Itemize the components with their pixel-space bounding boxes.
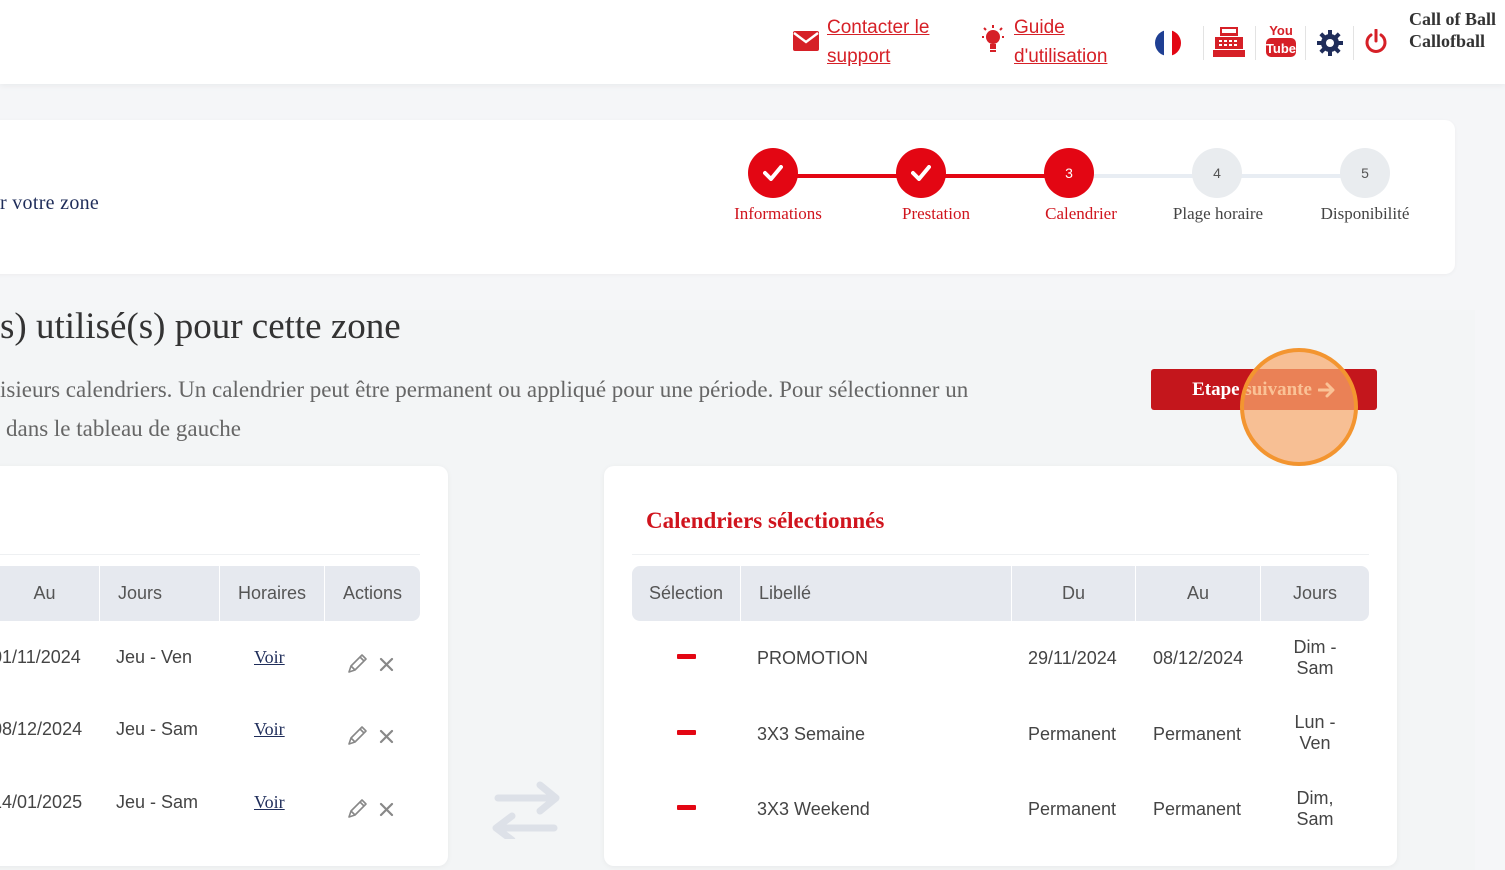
click-highlight: [1240, 348, 1358, 466]
deselect-button[interactable]: [677, 730, 696, 735]
guide-link[interactable]: Guide d'utilisation: [1014, 13, 1126, 71]
steps-card: [0, 120, 1455, 274]
left-row-2-au: 08/12/2024: [0, 719, 83, 739]
step-1-circle[interactable]: [748, 148, 798, 198]
divider: [632, 554, 1369, 555]
step-number: 5: [1361, 165, 1369, 181]
selected-calendars-title: Calendriers sélectionnés: [646, 508, 885, 533]
gear-icon[interactable]: [1317, 30, 1343, 56]
left-row-1-au: 01/11/2024: [0, 647, 81, 667]
close-icon[interactable]: [379, 729, 394, 744]
svg-text:You: You: [1269, 23, 1293, 38]
pencil-icon[interactable]: [346, 798, 368, 820]
check-icon: [763, 165, 783, 181]
right-row-3-jours: Dim, Sam: [1296, 788, 1334, 829]
step-3-circle[interactable]: 3: [1044, 148, 1094, 198]
right-row-2-libelle: 3X3 Semaine: [757, 724, 866, 744]
step-label-plage-horaire: Plage horaire: [1172, 204, 1264, 223]
left-row-2-voir-link[interactable]: Voir: [254, 719, 285, 740]
guide-link-group[interactable]: Guide d'utilisation: [980, 13, 1126, 71]
deselect-button[interactable]: [677, 805, 696, 810]
step-number: 4: [1213, 165, 1221, 181]
col-au[interactable]: Au: [1136, 566, 1261, 621]
step-label-informations: Informations: [734, 204, 822, 223]
deselect-button[interactable]: [677, 654, 696, 659]
left-row-3-voir-link[interactable]: Voir: [254, 792, 285, 813]
step-5-circle[interactable]: 5: [1340, 148, 1390, 198]
power-icon[interactable]: [1364, 29, 1388, 55]
cash-register-icon[interactable]: [1213, 27, 1245, 57]
description: isieurs calendriers. Un calendrier peut …: [0, 370, 1080, 448]
left-row-2-jours: Jeu - Sam: [116, 719, 199, 739]
transfer-arrows-icon: [492, 781, 560, 839]
description-line-2: dans le tableau de gauche: [6, 416, 241, 441]
youtube-icon[interactable]: You Tube: [1266, 22, 1296, 58]
right-row-1-du: 29/11/2024: [1028, 648, 1117, 668]
right-row-2-au: Permanent: [1153, 724, 1242, 744]
right-row-3-du: Permanent: [1028, 799, 1117, 819]
right-row-2-du: Permanent: [1028, 724, 1117, 744]
page-title: s) utilisé(s) pour cette zone: [0, 306, 401, 347]
left-row-1-voir-link[interactable]: Voir: [254, 647, 285, 668]
step-number: 3: [1065, 165, 1073, 181]
description-line-1: isieurs calendriers. Un calendrier peut …: [0, 377, 969, 402]
right-row-1-au: 08/12/2024: [1153, 648, 1244, 668]
col-du[interactable]: Du: [1012, 566, 1136, 621]
step-label-disponibilite: Disponibilité: [1320, 204, 1410, 223]
left-row-3-au: 14/01/2025: [0, 792, 83, 812]
col-jours[interactable]: Jours: [100, 566, 220, 621]
zone-text: r votre zone: [0, 192, 100, 214]
french-flag-icon[interactable]: [1155, 30, 1181, 56]
right-row-3-libelle: 3X3 Weekend: [757, 799, 870, 819]
separator: [1203, 26, 1204, 60]
col-selection[interactable]: Sélection: [632, 566, 741, 621]
lightbulb-icon: [982, 25, 1004, 52]
pencil-icon[interactable]: [346, 653, 368, 675]
left-row-1-jours: Jeu - Ven: [116, 647, 193, 667]
step-label-prestation: Prestation: [902, 204, 970, 223]
right-row-3-au: Permanent: [1153, 799, 1242, 819]
left-row-3-jours: Jeu - Sam: [116, 792, 199, 812]
col-horaires[interactable]: Horaires: [220, 566, 325, 621]
close-icon[interactable]: [379, 802, 394, 817]
col-actions[interactable]: Actions: [325, 566, 420, 621]
separator: [1255, 26, 1256, 60]
step-2-circle[interactable]: [896, 148, 946, 198]
support-link[interactable]: Contacter le support: [827, 13, 939, 71]
divider: [0, 554, 420, 555]
svg-text:Tube: Tube: [1266, 41, 1296, 56]
col-jours[interactable]: Jours: [1261, 566, 1369, 621]
close-icon[interactable]: [379, 657, 394, 672]
col-au[interactable]: Au: [0, 566, 100, 621]
right-row-1-jours: Dim - Sam: [1293, 637, 1337, 678]
right-row-2-jours: Lun - Ven: [1294, 712, 1336, 753]
support-link-group[interactable]: Contacter le support: [793, 13, 939, 71]
pencil-icon[interactable]: [346, 725, 368, 747]
step-4-circle[interactable]: 4: [1192, 148, 1242, 198]
check-icon: [911, 165, 931, 181]
separator: [1353, 26, 1354, 60]
col-libelle[interactable]: Libellé: [741, 566, 1012, 621]
user-name: Call of Ball Callofball: [1409, 9, 1497, 51]
left-table-header: Au Jours Horaires Actions: [0, 566, 420, 621]
mail-icon: [793, 31, 819, 51]
separator: [1305, 26, 1306, 60]
right-row-1-libelle: PROMOTION: [757, 648, 868, 668]
step-label-calendrier: Calendrier: [1045, 204, 1117, 223]
right-table-header: Sélection Libellé Du Au Jours: [632, 566, 1369, 621]
